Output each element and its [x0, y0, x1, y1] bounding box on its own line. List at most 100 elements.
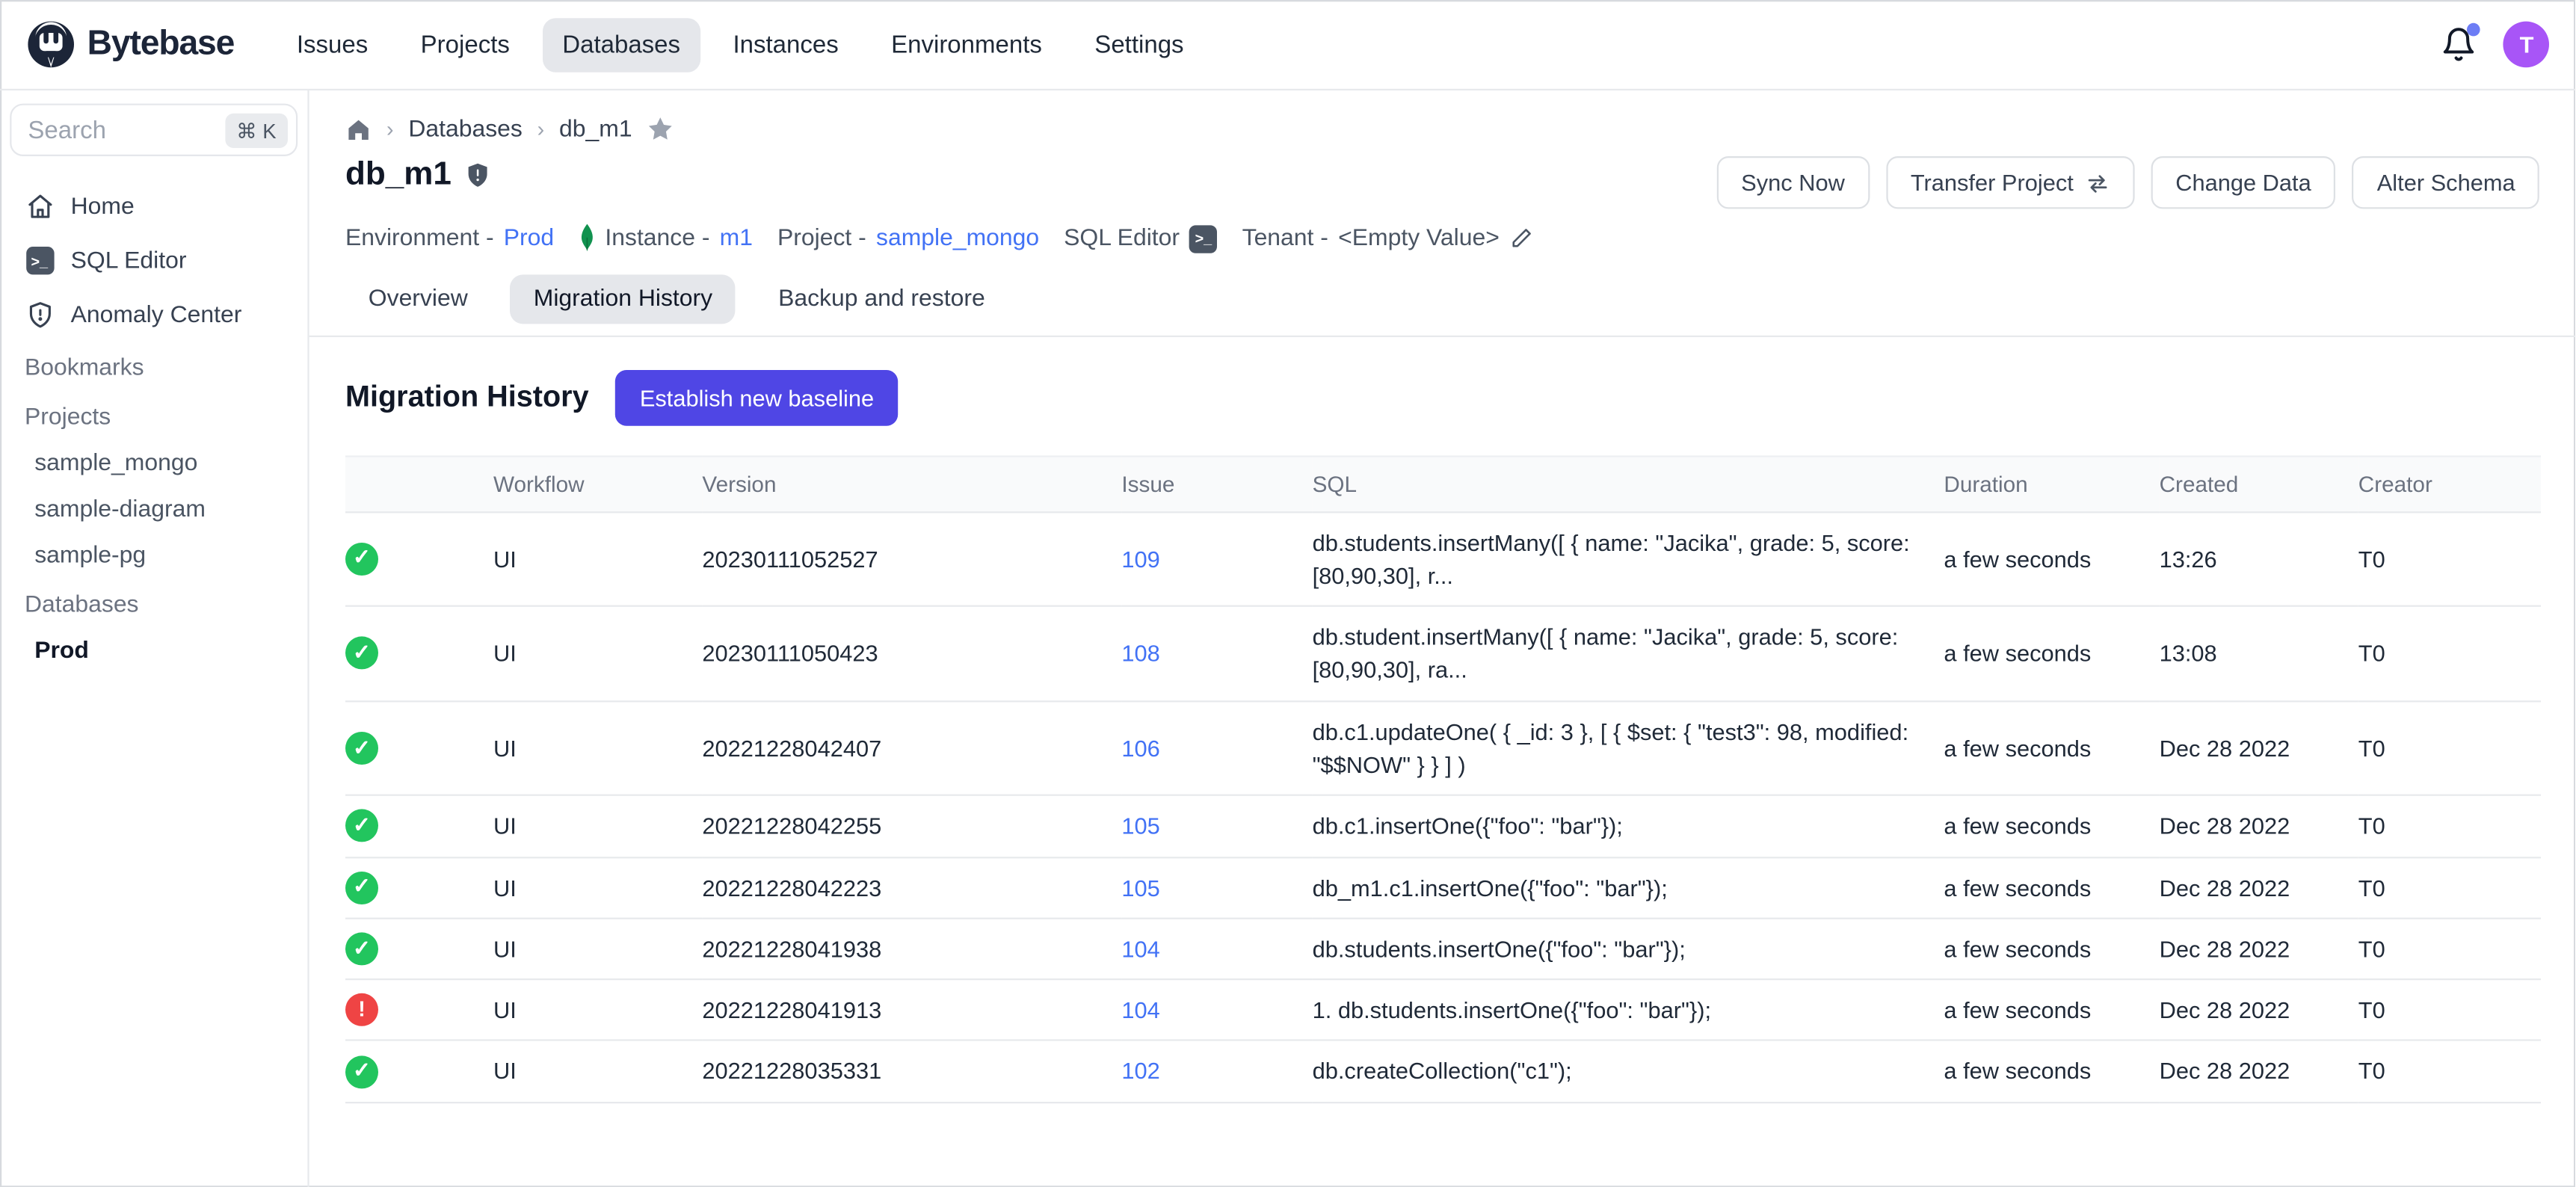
workflow-cell: UI: [493, 795, 702, 857]
col-created: Created: [2160, 455, 2358, 511]
workflow-cell: UI: [493, 701, 702, 796]
sidebar-item-home[interactable]: Home: [0, 179, 307, 234]
issue-cell: 102: [1121, 1041, 1312, 1103]
bookmark-star-icon[interactable]: [647, 115, 674, 143]
brand-name: Bytebase: [87, 25, 235, 64]
sidebar-item-sample-diagram[interactable]: sample-diagram: [0, 487, 307, 533]
status-cell: ✓: [345, 857, 493, 918]
terminal-icon: >_: [25, 247, 55, 274]
breadcrumb-db-m1[interactable]: db_m1: [559, 116, 632, 142]
duration-cell: a few seconds: [1944, 857, 2159, 918]
sidebar-item-sql-editor[interactable]: >_ SQL Editor: [0, 233, 307, 288]
error-exclamation-icon: !: [345, 993, 378, 1026]
issue-link[interactable]: 108: [1121, 640, 1159, 666]
creator-cell: T0: [2358, 1041, 2541, 1103]
alter-schema-button[interactable]: Alter Schema: [2352, 156, 2540, 209]
search-input[interactable]: [28, 116, 224, 144]
status-cell: ✓: [345, 701, 493, 796]
nav-environments[interactable]: Environments: [872, 17, 1062, 72]
issue-link[interactable]: 105: [1121, 813, 1159, 839]
top-nav: Issues Projects DatabasesInstances Environm…: [277, 17, 1203, 72]
issue-link[interactable]: 104: [1121, 997, 1159, 1023]
sidebar-item-prod[interactable]: Prod: [0, 628, 307, 674]
transfer-project-button[interactable]: Transfer Project: [1886, 156, 2134, 209]
notification-bell-icon[interactable]: [2441, 26, 2477, 62]
sidebar-section-projects: Projects: [0, 392, 307, 441]
sidebar-item-sample_mongo[interactable]: sample_mongo: [0, 441, 307, 487]
col-creator: Creator: [2358, 455, 2541, 511]
duration-cell: a few seconds: [1944, 511, 2159, 606]
sql-cell: db.c1.updateOne( { _id: 3 }, [ { $set: {…: [1313, 701, 1944, 796]
tab-backup-and-restore[interactable]: Backup and restore: [755, 274, 1008, 323]
instance-link[interactable]: m1: [720, 225, 753, 251]
search-box[interactable]: ⌘ K: [10, 104, 298, 156]
created-cell: Dec 28 2022: [2160, 979, 2358, 1040]
breadcrumb: › Databases › db_m1: [309, 90, 2576, 143]
sidebar-section-databases: Databases: [0, 579, 307, 628]
creator-cell: T0: [2358, 979, 2541, 1040]
page-title: db_m1: [345, 156, 452, 194]
col-status: [345, 455, 493, 511]
created-cell: Dec 28 2022: [2160, 1041, 2358, 1103]
creator-cell: T0: [2358, 701, 2541, 796]
success-check-icon: ✓: [345, 543, 378, 576]
table-row: ✓UI20221228042407106db.c1.updateOne( { _…: [345, 701, 2541, 796]
status-cell: !: [345, 979, 493, 1040]
sidebar-item-anomaly-center[interactable]: Anomaly Center: [0, 288, 307, 342]
tab-overview[interactable]: Overview: [345, 274, 491, 323]
table-row: ✓UI20221228035331102db.createCollection(…: [345, 1041, 2541, 1103]
nav-projects[interactable]: Projects: [401, 17, 529, 72]
nav-instances[interactable]: Instances: [713, 17, 858, 72]
migration-table: Workflow Version Issue SQL Duration Crea…: [345, 454, 2541, 1103]
version-cell: 20221228041938: [702, 918, 1121, 979]
shield-alert-icon: [25, 301, 55, 329]
tab-migration-history[interactable]: Migration History: [511, 274, 736, 323]
sync-now-button[interactable]: Sync Now: [1716, 156, 1870, 209]
sql-cell: db.students.insertMany([ { name: "Jacika…: [1313, 511, 1944, 606]
table-row: ✓UI20221228041938104db.students.insertOn…: [345, 918, 2541, 979]
breadcrumb-databases[interactable]: Databases: [408, 116, 523, 142]
table-row: ✓UI20221228042223105db_m1.c1.insertOne({…: [345, 857, 2541, 918]
sql-cell: db.students.insertOne({"foo": "bar"});: [1313, 918, 1944, 979]
meta-sql-editor[interactable]: SQL Editor >_: [1064, 223, 1217, 253]
issue-link[interactable]: 109: [1121, 546, 1159, 572]
col-issue: Issue: [1121, 455, 1312, 511]
meta-environment: Environment - Prod: [345, 225, 554, 251]
breadcrumb-home-icon[interactable]: [345, 116, 372, 142]
edit-pencil-icon[interactable]: [1509, 226, 1532, 250]
issue-cell: 105: [1121, 795, 1312, 857]
environment-link[interactable]: Prod: [504, 225, 554, 251]
created-cell: Dec 28 2022: [2160, 795, 2358, 857]
issue-link[interactable]: 102: [1121, 1058, 1159, 1085]
success-check-icon: ✓: [345, 637, 378, 670]
table-row: ✓UI20230111050423108db.student.insertMan…: [345, 606, 2541, 701]
sidebar-item-sample-pg[interactable]: sample-pg: [0, 533, 307, 579]
meta-project: Project - sample_mongo: [777, 225, 1039, 251]
establish-baseline-button[interactable]: Establish new baseline: [615, 369, 899, 425]
nav-databases[interactable]: Databases: [543, 17, 700, 72]
migration-history-heading: Migration History: [345, 380, 589, 414]
created-cell: Dec 28 2022: [2160, 918, 2358, 979]
duration-cell: a few seconds: [1944, 701, 2159, 796]
issue-cell: 106: [1121, 701, 1312, 796]
issue-link[interactable]: 105: [1121, 874, 1159, 900]
created-cell: Dec 28 2022: [2160, 701, 2358, 796]
mongodb-leaf-icon: [579, 224, 595, 252]
chevron-right-icon: ›: [386, 117, 394, 141]
app-window: Bytebase IssuesProjectsDatabasesInstance…: [0, 0, 2576, 1187]
status-cell: ✓: [345, 918, 493, 979]
sql-cell: db_m1.c1.insertOne({"foo": "bar"});: [1313, 857, 1944, 918]
table-header-row: Workflow Version Issue SQL Duration Crea…: [345, 455, 2541, 511]
workflow-cell: UI: [493, 979, 702, 1040]
success-check-icon: ✓: [345, 1055, 378, 1088]
nav-settings[interactable]: Settings: [1075, 17, 1204, 72]
issue-link[interactable]: 106: [1121, 735, 1159, 761]
project-link[interactable]: sample_mongo: [876, 225, 1039, 251]
issue-link[interactable]: 104: [1121, 936, 1159, 962]
avatar[interactable]: T: [2503, 22, 2550, 68]
bytebase-logo[interactable]: Bytebase: [26, 19, 234, 69]
success-check-icon: ✓: [345, 932, 378, 965]
change-data-button[interactable]: Change Data: [2151, 156, 2336, 209]
workflow-cell: UI: [493, 1041, 702, 1103]
nav-issues[interactable]: Issues: [277, 17, 387, 72]
